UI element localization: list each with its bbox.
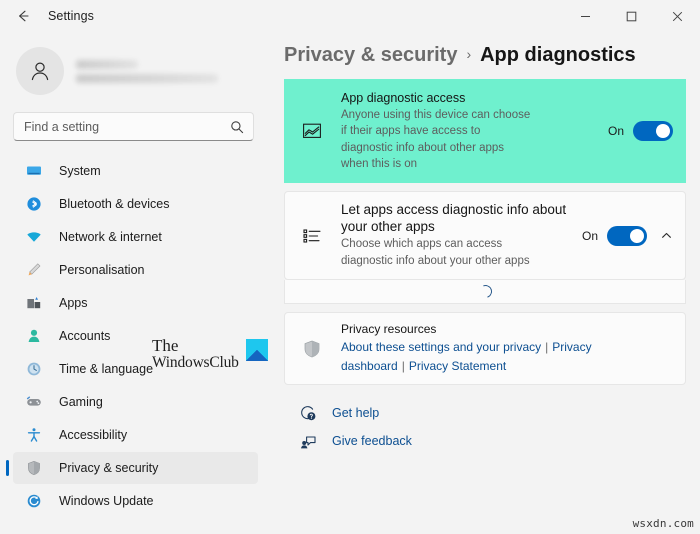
list-icon <box>295 227 329 245</box>
shield-icon <box>295 339 329 359</box>
accessibility-icon <box>25 426 43 444</box>
account-text <box>76 59 218 83</box>
apps-list-loading-row <box>284 279 686 304</box>
sidebar-item-label: Privacy & security <box>59 461 159 475</box>
toggle-knob <box>656 124 670 139</box>
shield-icon <box>25 459 43 477</box>
setting-card-text: Let apps access diagnostic info about yo… <box>329 192 582 279</box>
sidebar-item-gaming[interactable]: Gaming <box>13 386 258 418</box>
sidebar-item-label: Network & internet <box>59 230 162 244</box>
title-bar: Settings <box>0 0 700 32</box>
sidebar-item-label: Personalisation <box>59 263 145 277</box>
sidebar-item-label: Windows Update <box>59 494 154 508</box>
settings-window: Settings Find a setting System Bluetooth… <box>0 0 700 534</box>
setting-title: Let apps access diagnostic info about yo… <box>341 202 567 234</box>
setting-description: Choose which apps can access diagnostic … <box>341 238 530 267</box>
link-privacy-statement[interactable]: Privacy Statement <box>409 359 506 373</box>
avatar <box>16 47 64 95</box>
sidebar-item-accessibility[interactable]: Accessibility <box>13 419 258 451</box>
update-icon <box>25 492 43 510</box>
link-about-these-settings[interactable]: About these settings and your privacy <box>341 340 541 354</box>
breadcrumb-separator: › <box>466 46 472 62</box>
maximize-button[interactable] <box>608 0 654 32</box>
get-help-link[interactable]: Get help <box>298 399 686 427</box>
breadcrumb-parent[interactable]: Privacy & security <box>284 44 457 67</box>
clock-icon <box>25 360 43 378</box>
privacy-resources-links: About these settings and your privacy | Pr… <box>341 338 679 375</box>
sidebar-item-network-internet[interactable]: Network & internet <box>13 221 258 253</box>
back-button[interactable] <box>6 1 40 31</box>
give-feedback-link[interactable]: Give feedback <box>298 427 686 455</box>
setting-card-app-diagnostic-access[interactable]: App diagnostic access Anyone using this … <box>284 79 686 184</box>
sidebar-item-time-language[interactable]: Time & language <box>13 353 258 385</box>
account-email-redacted <box>76 73 218 83</box>
chart-icon <box>295 122 329 140</box>
link-separator: | <box>545 339 549 354</box>
sidebar-item-label: System <box>59 164 101 178</box>
sidebar-item-personalisation[interactable]: Personalisation <box>13 254 258 286</box>
setting-control: On <box>581 225 673 246</box>
account-profile[interactable] <box>0 32 270 98</box>
sidebar-item-label: Bluetooth & devices <box>59 197 170 211</box>
breadcrumb: Privacy & security › App diagnostics <box>270 32 700 67</box>
search-container <box>13 112 254 141</box>
sidebar-item-label: Accessibility <box>59 428 128 442</box>
sidebar-item-privacy-security[interactable]: Privacy & security <box>13 452 258 484</box>
sidebar-item-apps[interactable]: Apps <box>13 287 258 319</box>
sidebar-item-label: Time & language <box>59 362 154 376</box>
give-feedback-label: Give feedback <box>332 434 412 449</box>
feedback-icon <box>298 431 318 451</box>
watermark-site: wsxdn.com <box>632 517 694 530</box>
monitor-icon <box>25 162 43 180</box>
privacy-resources-text: Privacy resources About these settings a… <box>329 313 685 384</box>
setting-card-text: App diagnostic access Anyone using this … <box>329 80 608 182</box>
setting-control: On <box>607 121 673 142</box>
settings-cards: App diagnostic access Anyone using this … <box>270 79 700 455</box>
loading-spinner <box>476 282 494 301</box>
search-box[interactable] <box>13 112 254 141</box>
bluetooth-icon <box>25 195 43 213</box>
window-title: Settings <box>48 9 94 23</box>
sidebar-item-accounts[interactable]: Accounts <box>13 320 258 352</box>
privacy-resources-title: Privacy resources <box>341 321 437 336</box>
setting-description: Anyone using this device can choose if t… <box>341 109 531 170</box>
toggle-state-label: On <box>607 124 624 139</box>
sidebar-item-label: Accounts <box>59 329 111 343</box>
setting-card-let-apps-access[interactable]: Let apps access diagnostic info about yo… <box>284 191 686 280</box>
sidebar-item-bluetooth-devices[interactable]: Bluetooth & devices <box>13 188 258 220</box>
wifi-icon <box>25 228 43 246</box>
footer-links: Get help Give feedback <box>284 399 686 455</box>
minimize-button[interactable] <box>562 0 608 32</box>
search-input[interactable] <box>14 119 253 134</box>
account-name-redacted <box>76 59 138 69</box>
link-separator: | <box>401 358 405 373</box>
sidebar-item-label: Apps <box>59 296 88 310</box>
brush-icon <box>25 261 43 279</box>
page-title: App diagnostics <box>480 44 636 66</box>
sidebar-item-label: Gaming <box>59 395 103 409</box>
apps-icon <box>25 294 43 312</box>
get-help-label: Get help <box>332 406 380 421</box>
toggle-state-label: On <box>581 228 598 243</box>
gamepad-icon <box>25 393 43 411</box>
sidebar-item-system[interactable]: System <box>13 155 258 187</box>
window-controls <box>562 0 700 32</box>
search-icon <box>230 120 244 134</box>
help-icon <box>298 403 318 423</box>
sidebar-item-windows-update[interactable]: Windows Update <box>13 485 258 517</box>
app-diagnostic-access-toggle[interactable] <box>633 121 673 142</box>
toggle-knob <box>630 228 644 243</box>
sidebar: System Bluetooth & devices Network & int… <box>0 32 270 534</box>
let-apps-access-toggle[interactable] <box>607 225 647 246</box>
sidebar-nav: System Bluetooth & devices Network & int… <box>0 155 270 517</box>
person-icon <box>25 327 43 345</box>
main-content: Privacy & security › App diagnostics App… <box>270 32 700 534</box>
privacy-resources-card: Privacy resources About these settings a… <box>284 311 686 386</box>
chevron-up-icon[interactable] <box>660 229 673 242</box>
setting-title: App diagnostic access <box>341 91 466 105</box>
close-button[interactable] <box>654 0 700 32</box>
